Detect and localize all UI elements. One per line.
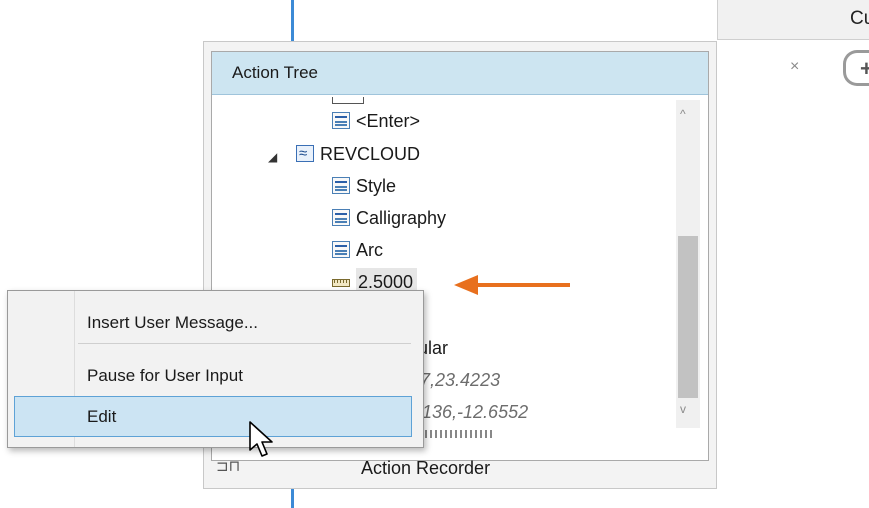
step-icon bbox=[332, 177, 350, 194]
truncated-node-icon bbox=[332, 97, 364, 104]
step-icon bbox=[332, 209, 350, 226]
tree-node-label: Style bbox=[356, 176, 397, 196]
menu-item-edit[interactable]: Edit bbox=[87, 407, 116, 427]
background-header-tab[interactable]: Cu bbox=[717, 0, 869, 40]
menu-item-pause-for-user-input[interactable]: Pause for User Input bbox=[87, 366, 243, 386]
annotation-arrow bbox=[454, 275, 570, 295]
tree-node-label: REVCLOUD bbox=[320, 144, 421, 164]
scrollbar-thumb[interactable] bbox=[678, 236, 698, 398]
step-icon bbox=[332, 112, 350, 129]
action-recorder-title: Action Recorder bbox=[361, 458, 491, 478]
scroll-up-icon[interactable]: ^ bbox=[680, 107, 686, 121]
mouse-pointer-icon bbox=[249, 421, 273, 457]
background-header-tab-label: Cu bbox=[850, 8, 869, 29]
plus-icon: + bbox=[860, 56, 869, 81]
scroll-down-icon[interactable]: v bbox=[680, 402, 686, 416]
action-tree-title: Action Tree bbox=[232, 63, 318, 82]
tree-node-label: Calligraphy bbox=[356, 208, 447, 228]
menu-item-insert-user-message[interactable]: Insert User Message... bbox=[87, 313, 258, 333]
tab-close-icon[interactable]: × bbox=[790, 58, 799, 76]
menu-item-edit-highlight[interactable] bbox=[14, 396, 412, 437]
tree-node-label: 9136,-12.6552 bbox=[412, 402, 529, 422]
pin-icon[interactable]: ⊐⊓ bbox=[216, 457, 240, 475]
collapse-triangle-icon[interactable]: ◢ bbox=[268, 150, 277, 164]
tree-node-label: Arc bbox=[356, 240, 383, 260]
action-tree-header: Action Tree bbox=[212, 52, 708, 95]
ruler-icon bbox=[332, 279, 350, 287]
step-icon bbox=[332, 241, 350, 258]
command-icon bbox=[296, 140, 314, 168]
new-tab-button[interactable]: + bbox=[843, 50, 869, 86]
menu-separator bbox=[78, 343, 411, 344]
tree-node-label: <Enter> bbox=[356, 111, 421, 131]
